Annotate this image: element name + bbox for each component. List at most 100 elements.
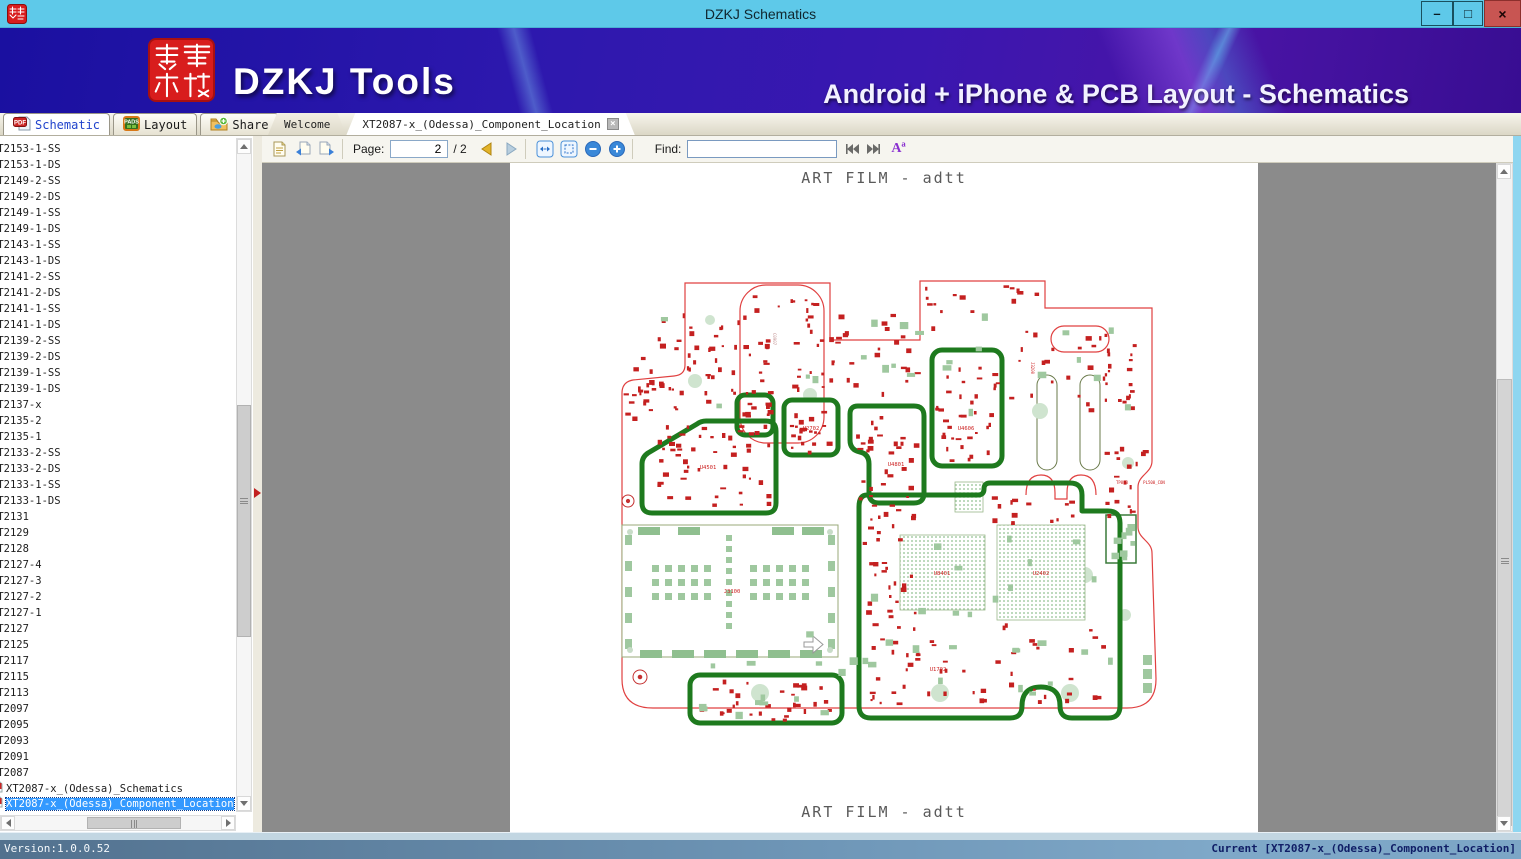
sidebar-item[interactable]: XT2143-1-DS [0, 253, 236, 269]
fit-page-icon[interactable] [560, 140, 578, 158]
sidebar-item[interactable]: XT2149-1-SS [0, 205, 236, 221]
sidebar-item[interactable]: XT2153-1-DS [0, 157, 236, 173]
rotate-left-icon[interactable] [294, 140, 312, 158]
sidebar-item[interactable]: XT2095 [0, 717, 236, 733]
sidebar-item[interactable]: XT2139-2-DS [0, 349, 236, 365]
sidebar-item[interactable]: XT2117 [0, 653, 236, 669]
tab-close-icon[interactable]: × [607, 118, 619, 130]
zoom-out-icon[interactable] [584, 140, 602, 158]
sidebar-item[interactable]: XT2139-2-SS [0, 333, 236, 349]
rotate-right-icon[interactable] [318, 140, 336, 158]
scroll-down-arrow[interactable] [237, 796, 251, 811]
status-bar: Version:1.0.0.52 Current [XT2087-x_(Odes… [0, 840, 1521, 859]
sidebar-item[interactable]: XT2097 [0, 701, 236, 717]
sidebar-item[interactable]: XT2127-4 [0, 557, 236, 573]
sidebar-item[interactable]: XT2133-2-DS [0, 461, 236, 477]
sidebar-item[interactable]: XT2127-1 [0, 605, 236, 621]
document-viewport[interactable]: ART FILM - adtt J3100 U8401 U2402 U2702 … [262, 163, 1496, 832]
scroll-up-arrow[interactable] [237, 139, 251, 154]
sidebar-item[interactable]: XT2129 [0, 525, 236, 541]
sidebar-item[interactable]: XT2135-2 [0, 413, 236, 429]
sidebar-item[interactable]: XT2141-2-SS [0, 269, 236, 285]
fit-width-icon[interactable] [536, 140, 554, 158]
sidebar-item[interactable]: XT2153-1-SS [0, 141, 236, 157]
sidebar-item[interactable]: XT2139-1-DS [0, 381, 236, 397]
sidebar-item[interactable]: XT2141-2-DS [0, 285, 236, 301]
scroll-right-arrow[interactable] [221, 816, 235, 830]
panel-splitter[interactable] [253, 136, 262, 832]
sidebar-item[interactable]: XT2137-x [0, 397, 236, 413]
document-vertical-scrollbar[interactable] [1496, 163, 1513, 832]
find-label: Find: [654, 142, 682, 156]
banner-tagline: Android + iPhone & PCB Layout - Schemati… [823, 79, 1409, 109]
pdf-page: ART FILM - adtt J3100 U8401 U2402 U2702 … [510, 163, 1258, 832]
svg-text:U1702: U1702 [930, 667, 947, 673]
next-page-icon[interactable] [504, 141, 519, 157]
pdf-file-icon [0, 796, 3, 811]
tab-label: Share [232, 117, 269, 132]
sidebar-hscroll-thumb[interactable] [87, 817, 181, 829]
sidebar-item[interactable]: XT2133-2-SS [0, 445, 236, 461]
font-size-icon[interactable]: Aª [891, 141, 905, 157]
svg-text:J3100: J3100 [724, 589, 741, 595]
sidebar-item[interactable]: XT2091 [0, 749, 236, 765]
svg-text:U4606: U4606 [958, 426, 975, 432]
sidebar-vertical-scrollbar[interactable] [236, 138, 252, 812]
find-previous-icon[interactable] [845, 142, 861, 156]
close-button[interactable]: × [1484, 0, 1521, 27]
sidebar-item[interactable]: XT2143-1-SS [0, 237, 236, 253]
doc-scroll-up-arrow[interactable] [1497, 164, 1511, 179]
sidebar-item[interactable]: XT2125 [0, 637, 236, 653]
sidebar-file-item[interactable]: XT2087-x_(Odessa)_Component_Location [0, 796, 236, 811]
doc-vscroll-thumb[interactable] [1497, 379, 1512, 826]
sidebar-horizontal-scrollbar[interactable] [0, 815, 236, 831]
page-thumbnail-icon[interactable] [270, 140, 288, 158]
sidebar-item[interactable]: XT2135-1 [0, 429, 236, 445]
sidebar-item[interactable]: XT2139-1-SS [0, 365, 236, 381]
doc-tab-component-location[interactable]: XT2087-x_(Odessa)_Component_Location × [346, 113, 634, 135]
tab-schematic[interactable]: PDF Schematic [3, 113, 111, 135]
sidebar-item[interactable]: XT2127-3 [0, 573, 236, 589]
minimize-button[interactable]: – [1421, 1, 1453, 26]
sidebar-item[interactable]: XT2149-1-DS [0, 221, 236, 237]
company-logo [148, 38, 215, 102]
sidebar-item[interactable]: XT2133-1-SS [0, 477, 236, 493]
zoom-in-icon[interactable] [608, 140, 626, 158]
sidebar-item[interactable]: XT2115 [0, 669, 236, 685]
pads-icon: PADS [123, 115, 141, 134]
svg-text:PADS: PADS [124, 119, 139, 125]
svg-text:U8401: U8401 [934, 571, 951, 577]
splitter-collapse-arrow-icon[interactable] [254, 488, 261, 498]
find-next-icon[interactable] [865, 142, 881, 156]
sidebar-item[interactable]: XT2127 [0, 621, 236, 637]
find-input[interactable] [687, 140, 838, 158]
bga-areas [899, 481, 1086, 621]
sidebar-item[interactable]: XT2113 [0, 685, 236, 701]
svg-text:C0907: C0907 [772, 333, 777, 346]
page-footer-text: ART FILM - adtt [801, 803, 967, 821]
sidebar-item[interactable]: XT2133-1-DS [0, 493, 236, 509]
svg-text:J3200: J3200 [1030, 362, 1035, 375]
sidebar-item[interactable]: XT2141-1-DS [0, 317, 236, 333]
tab-layout[interactable]: PADS Layout [113, 113, 198, 135]
sidebar-item[interactable]: XT2149-2-DS [0, 189, 236, 205]
sidebar-item[interactable]: XT2128 [0, 541, 236, 557]
page-total: / 2 [453, 142, 467, 156]
sidebar-file-item[interactable]: XT2087-x_(Odessa)_Schematics [0, 781, 236, 796]
sidebar-item[interactable]: XT2141-1-SS [0, 301, 236, 317]
model-list: XT2153-1-SSXT2153-1-DSXT2149-2-SSXT2149-… [0, 141, 236, 811]
sidebar-item[interactable]: XT2087 [0, 765, 236, 781]
previous-page-icon[interactable] [479, 141, 494, 157]
doc-tab-welcome[interactable]: Welcome [268, 113, 346, 135]
board-slots [1036, 374, 1101, 471]
tab-share[interactable]: Share [200, 113, 279, 135]
sidebar-vscroll-thumb[interactable] [237, 405, 251, 637]
page-number-input[interactable] [390, 140, 449, 158]
sidebar-item[interactable]: XT2149-2-SS [0, 173, 236, 189]
scroll-left-arrow[interactable] [1, 816, 15, 830]
sidebar-item[interactable]: XT2093 [0, 733, 236, 749]
sidebar-item[interactable]: XT2131 [0, 509, 236, 525]
maximize-button[interactable]: □ [1453, 1, 1483, 26]
doc-scroll-down-arrow[interactable] [1497, 816, 1511, 831]
sidebar-item[interactable]: XT2127-2 [0, 589, 236, 605]
